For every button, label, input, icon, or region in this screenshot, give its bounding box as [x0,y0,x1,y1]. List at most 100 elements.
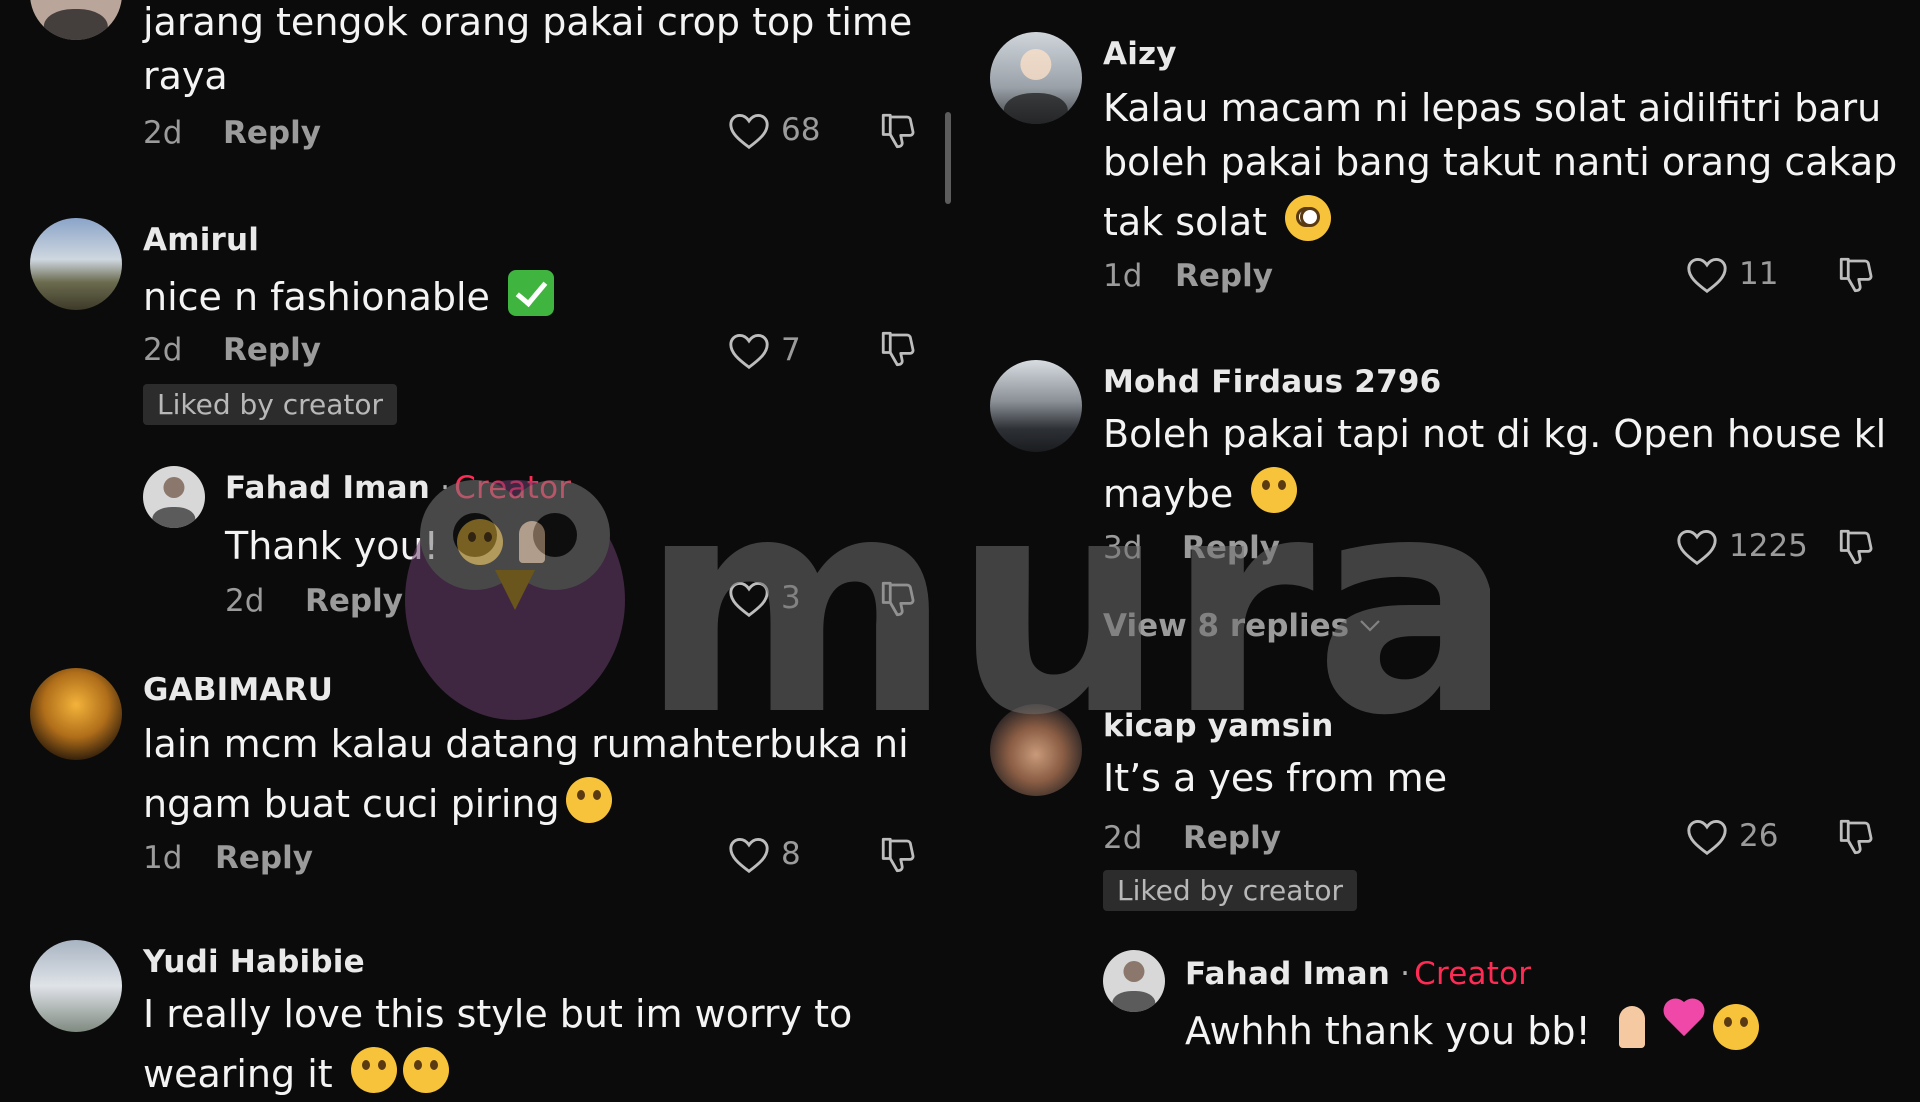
avatar[interactable] [990,32,1082,124]
like-count: 26 [1739,818,1779,854]
heart-icon [1687,819,1727,856]
like-button[interactable]: 11 [1685,254,1778,294]
dislike-button[interactable] [878,578,920,620]
avatar[interactable] [30,0,122,40]
avatar[interactable] [30,940,122,1032]
comment-text: maybe [1103,466,1298,522]
heart-icon [1687,257,1727,294]
heart-icon [729,333,769,370]
like-count: 7 [781,332,801,368]
comment-text: nice n fashionable [143,269,555,325]
like-count: 3 [781,580,801,616]
comment-age: 2d [143,115,183,151]
username[interactable]: GABIMARU [143,672,333,708]
dislike-button[interactable] [1836,816,1878,858]
heart-icon [729,113,769,150]
thumbs-down-icon [881,837,915,873]
heart-icon [729,837,769,874]
username[interactable]: Mohd Firdaus 2796 [1103,364,1441,400]
avatar[interactable] [143,466,205,528]
reply-button[interactable]: Reply [1183,820,1281,856]
tears-of-joy-emoji-icon [565,777,612,823]
dislike-button[interactable] [878,834,920,876]
like-button[interactable]: 26 [1685,816,1778,856]
thumbs-down-icon [1839,819,1873,855]
grin-emoji-icon [456,519,503,565]
username[interactable]: kicap yamsin [1103,708,1334,744]
like-button[interactable]: 1225 [1675,526,1808,566]
comment-text: wearing it [143,1046,449,1102]
separator-dot: · [440,470,451,506]
smiling-face-with-hearts-emoji-icon [1712,1004,1759,1050]
creator-label: Creator [1414,956,1532,992]
flushed-face-emoji-icon [1285,195,1332,241]
reply-button[interactable]: Reply [223,115,321,151]
heart-icon [729,581,769,618]
view-replies-label: View 8 replies [1103,608,1350,644]
comments-column-right: Aizy Kalau macam ni lepas solat aidilfit… [960,0,1920,1080]
comment-age: 2d [1103,820,1143,856]
avatar[interactable] [990,360,1082,452]
chevron-down-icon [1360,620,1380,632]
comment-text: ngam buat cuci piring [143,776,612,832]
thumbs-down-icon [881,581,915,617]
like-button[interactable]: 7 [727,330,801,370]
like-button[interactable]: 8 [727,834,801,874]
view-replies-button[interactable]: View 8 replies [1103,608,1381,644]
username[interactable]: Fahad Iman · Creator [225,470,571,506]
creator-label: Creator [454,470,572,506]
dislike-button[interactable] [878,328,920,370]
separator-dot: · [1400,956,1411,992]
reply-button[interactable]: Reply [1175,258,1273,294]
liked-by-creator-badge: Liked by creator [1103,870,1358,911]
reply-button[interactable]: Reply [305,583,403,619]
liked-by-creator-badge: Liked by creator [143,384,398,425]
avatar[interactable] [1103,950,1165,1012]
avatar[interactable] [990,704,1082,796]
username[interactable]: Amirul [143,222,259,258]
thumbs-down-icon [881,331,915,367]
comment-age: 1d [1103,258,1143,294]
comment-text: Kalau macam ni lepas solat aidilfitri ba… [1103,86,1882,130]
comment-text: Awhhh thank you bb! [1185,1003,1759,1059]
tears-of-joy-emoji-icon [350,1047,397,1093]
comment-age: 2d [143,332,183,368]
tears-of-joy-emoji-icon [1251,467,1298,513]
username[interactable]: Aizy [1103,36,1177,72]
reply-button[interactable]: Reply [1182,530,1280,566]
thumbs-down-icon [1839,529,1873,565]
like-count: 11 [1739,256,1779,292]
like-count: 68 [781,112,821,148]
pleading-face-emoji-icon [402,1047,449,1093]
like-count: 8 [781,836,801,872]
like-count: 1225 [1729,528,1808,564]
comment-text: boleh pakai bang takut nanti orang cakap [1103,140,1898,184]
comment-text: It’s a yes from me [1103,756,1448,800]
thumbs-down-icon [1839,257,1873,293]
avatar[interactable] [30,668,122,760]
dislike-button[interactable] [1836,254,1878,296]
scrollbar[interactable] [945,112,951,204]
comment-text: Boleh pakai tapi not di kg. Open house k… [1103,412,1887,456]
like-button[interactable]: 68 [727,110,820,150]
check-mark-emoji-icon [508,270,555,316]
username[interactable]: Yudi Habibie [143,944,365,980]
comment-text: lain mcm kalau datang rumahterbuka ni [143,722,909,766]
comment-age: 1d [143,840,183,876]
avatar[interactable] [30,218,122,310]
reply-button[interactable]: Reply [223,332,321,368]
comment-age: 2d [225,583,265,619]
comment-text: I really love this style but im worry to [143,992,853,1036]
username[interactable]: Fahad Iman · Creator [1185,956,1531,992]
comment-text: raya [143,54,228,98]
sparkling-heart-emoji-icon [1661,1004,1707,1050]
comment-text: jarang tengok orang pakai crop top time [143,0,913,44]
dislike-button[interactable] [1836,526,1878,568]
like-button[interactable]: 3 [727,578,801,618]
comment-text: tak solat [1103,194,1332,250]
dislike-button[interactable] [878,110,920,152]
folded-hands-emoji-icon [1609,1004,1655,1050]
reply-button[interactable]: Reply [215,840,313,876]
thumbs-down-icon [881,113,915,149]
heart-icon [1677,529,1717,566]
